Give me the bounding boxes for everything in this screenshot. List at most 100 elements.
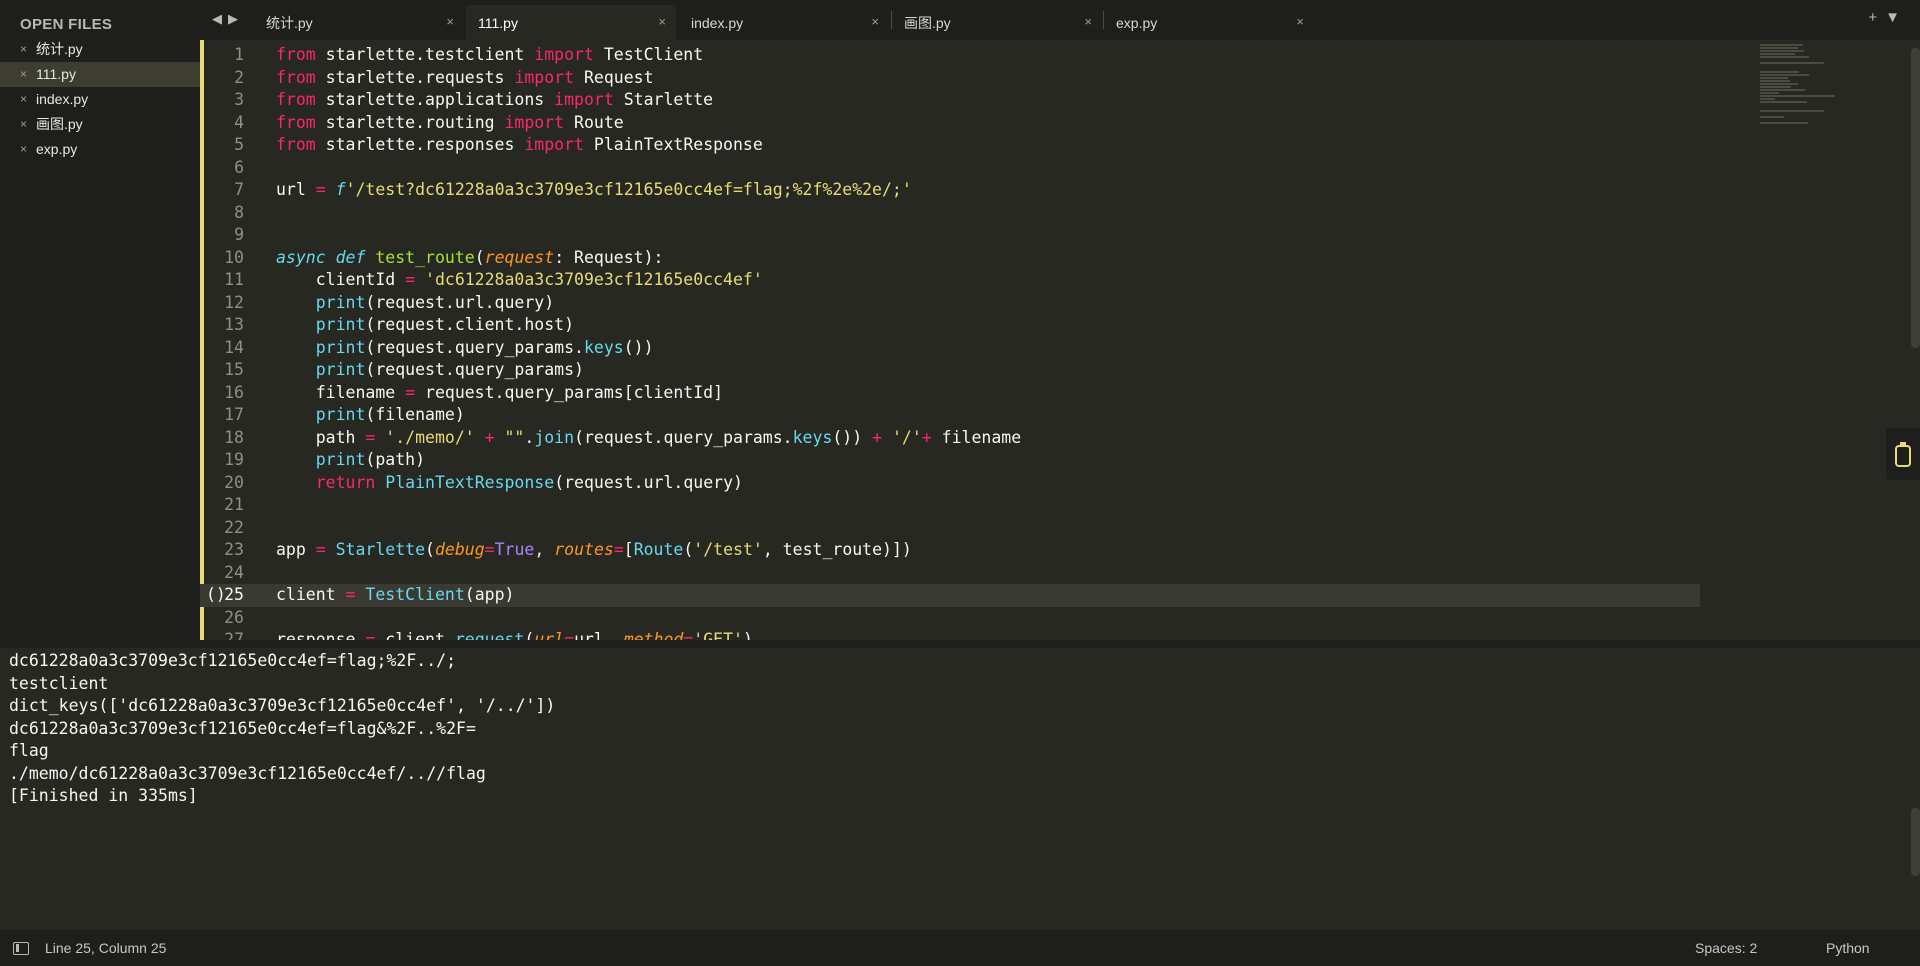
code-line[interactable]: 3 from starlette.applications import Star… [200,89,1700,112]
code-line[interactable]: 1 from starlette.testclient import TestCl… [200,44,1700,67]
line-number: 8 [234,202,244,222]
tab-bar: ◀▶ 统计.py × 111.py × index.py × 画图.py × exp.p… [200,0,1920,40]
code-line[interactable]: 18 path = './memo/' + "".join(request.qu… [200,427,1700,450]
close-icon[interactable]: × [1084,14,1092,29]
close-icon[interactable]: × [446,14,454,29]
close-icon[interactable]: × [20,62,36,87]
code-line[interactable]: 17 print(filename) [200,404,1700,427]
code-line[interactable]: 15 print(request.query_params) [200,359,1700,382]
sidebar-toggle-icon[interactable] [13,942,29,955]
code-line[interactable]: 24 [200,562,1700,585]
code-line[interactable]: 20 return PlainTextResponse(request.url.… [200,472,1700,495]
close-icon[interactable]: × [658,14,666,29]
code-line[interactable]: 26 [200,607,1700,630]
code-line[interactable]: 9 [200,224,1700,247]
tab-drawing[interactable]: 画图.py × [892,5,1102,40]
code-line[interactable]: 23 app = Starlette(debug=True, routes=[Ro… [200,539,1700,562]
nav-back-icon[interactable]: ◀ [212,11,228,26]
code-area[interactable]: 1 from starlette.testclient import TestCl… [200,44,1700,640]
close-icon[interactable]: × [20,112,36,137]
line-number: 15 [224,360,244,379]
line-number: 24 [224,562,244,582]
line-number: 22 [224,517,244,537]
code-line[interactable]: 10 async def test_route(request: Request)… [200,247,1700,270]
code-line[interactable]: 14 print(request.query_params.keys()) [200,337,1700,360]
cursor-position[interactable]: Line 25, Column 25 [45,940,166,956]
code-line[interactable]: 11 clientId = 'dc61228a0a3c3709e3cf12165… [200,269,1700,292]
new-tab-icon[interactable]: + [1868,9,1885,26]
tab-index[interactable]: index.py × [679,5,889,40]
code-line[interactable]: 19 print(path) [200,449,1700,472]
tab-label: exp.py [1116,14,1158,31]
line-text: client = TestClient(app) [276,585,515,604]
minimap-line [1760,80,1790,82]
code-line[interactable]: () 25 client = TestClient(app) [200,584,1700,607]
code-line[interactable]: 2 from starlette.requests import Request [200,67,1700,90]
line-number: 23 [224,540,244,559]
sidebar-file-drawing[interactable]: × 画图.py [0,112,200,137]
code-line[interactable]: 12 print(request.url.query) [200,292,1700,315]
minimap-line [1760,44,1803,46]
sidebar-file-stats[interactable]: × 统计.py [0,37,200,62]
minimap-line [1760,56,1809,58]
side-plugin-tab[interactable] [1886,428,1920,480]
close-icon[interactable]: × [1296,14,1304,29]
line-number: 2 [234,67,244,87]
minimap-line [1760,89,1805,91]
code-line[interactable]: 22 [200,517,1700,540]
sidebar: OPEN FILES × 统计.py × 111.py × index.py × 画图.… [0,0,200,640]
code-line[interactable]: 13 print(request.client.host) [200,314,1700,337]
indentation-setting[interactable]: Spaces: 2 [1695,940,1757,956]
close-icon[interactable]: × [20,137,36,162]
build-output-panel: dc61228a0a3c3709e3cf12165e0cc4ef=flag;%2… [3,648,1908,930]
line-number: 18 [224,427,244,447]
sidebar-file-index[interactable]: × index.py [0,87,200,112]
minimap-line [1760,98,1775,100]
code-line[interactable]: 5 from starlette.responses import PlainTe… [200,134,1700,157]
code-line[interactable]: 4 from starlette.routing import Route [200,112,1700,135]
nav-forward-icon[interactable]: ▶ [228,11,244,26]
tab-exp[interactable]: exp.py × [1104,5,1314,40]
sidebar-file-exp[interactable]: × exp.py [0,137,200,162]
code-line[interactable]: 27 response = client.request(url=url, met… [200,629,1700,640]
line-number: 14 [224,337,244,357]
output-line: flag [9,741,49,760]
syntax-selector[interactable]: Python [1826,940,1870,956]
tab-navigation: ◀▶ [212,11,244,27]
file-label: 画图.py [36,116,83,132]
tab-111[interactable]: 111.py × [466,5,676,40]
code-line[interactable]: 6 [200,157,1700,180]
line-text: print(request.query_params) [315,360,584,379]
minimap-line [1760,74,1809,76]
line-text: async def test_route(request: Request): [276,247,664,267]
line-number: 4 [234,112,244,132]
output-line: dict_keys(['dc61228a0a3c3709e3cf12165e0c… [9,696,556,715]
panel-divider[interactable] [0,640,1920,648]
sidebar-file-111[interactable]: × 111.py [0,62,200,87]
line-number: 9 [234,225,244,244]
close-icon[interactable]: × [20,37,36,62]
code-line[interactable]: 8 [200,202,1700,225]
code-line[interactable]: 16 filename = request.query_params[clien… [200,382,1700,405]
code-editor[interactable]: 1 from starlette.testclient import TestCl… [200,40,1920,640]
minimap-line [1760,101,1807,103]
line-text: from starlette.routing import Route [276,112,624,132]
minimap[interactable] [1760,44,1850,124]
editor-scrollbar[interactable] [1911,48,1920,348]
line-number: 7 [234,180,244,199]
tab-label: 统计.py [266,14,313,31]
line-text: path = './memo/' + "".join(request.query… [276,427,1022,447]
code-line[interactable]: 7 url = f'/test?dc61228a0a3c3709e3cf12165… [200,179,1700,202]
tab-tools: +▼ [1868,9,1908,26]
file-label: index.py [36,91,89,107]
tab-menu-icon[interactable]: ▼ [1885,9,1908,26]
close-icon[interactable]: × [20,87,36,112]
output-scrollbar[interactable] [1911,808,1920,876]
line-number: 5 [234,135,244,154]
brace-marker: () [206,585,226,604]
minimap-line [1760,95,1835,97]
code-line[interactable]: 21 [200,494,1700,517]
tab-stats[interactable]: 统计.py × [254,5,464,40]
close-icon[interactable]: × [871,14,879,29]
output-line: dc61228a0a3c3709e3cf12165e0cc4ef=flag;%2… [9,651,457,670]
